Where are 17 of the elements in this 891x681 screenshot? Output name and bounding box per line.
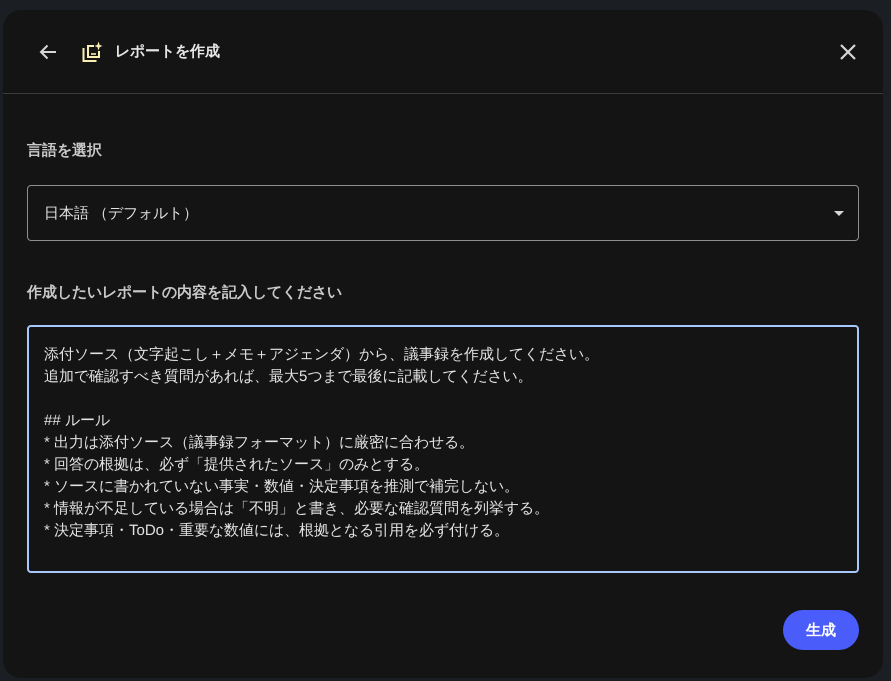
caret-icon xyxy=(834,210,844,216)
close-icon[interactable] xyxy=(839,42,857,60)
prompt-text-line: * 出力は添付ソース（議事録フォーマット）に厳密に合わせる。 xyxy=(44,433,474,453)
document-sparkle-icon xyxy=(81,40,103,62)
prompt-text-line: * 情報が不足している場合は「不明」と書き、必要な確認質問を列挙する。 xyxy=(44,499,550,519)
prompt-text-line: * 決定事項・ToDo・重要な数値には、根拠となる引用を必ず付ける。 xyxy=(44,521,510,541)
prompt-text-line: 追加で確認すべき質問があれば、最大5つまで最後に記載してください。 xyxy=(44,367,532,387)
language-label: 言語を選択 xyxy=(27,141,103,161)
generate-button[interactable]: 生成 xyxy=(783,610,859,650)
prompt-text-line: 添付ソース（文字起こし＋メモ＋アジェンダ）から、議事録を作成してください。 xyxy=(44,345,599,365)
prompt-text-line: * ソースに書かれていない事実・数値・決定事項を推測で補完しない。 xyxy=(44,477,520,497)
dialog-title: レポートを作成 xyxy=(115,42,221,61)
prompt-text-line: ## ルール xyxy=(44,411,110,431)
prompt-textarea[interactable] xyxy=(27,325,859,573)
prompt-text-line: * 回答の根拠は、必ず「提供されたソース」のみとする。 xyxy=(44,455,430,475)
language-select[interactable]: 日本語 （デフォルト） xyxy=(27,185,859,241)
prompt-label: 作成したいレポートの内容を記入してください xyxy=(27,283,343,303)
